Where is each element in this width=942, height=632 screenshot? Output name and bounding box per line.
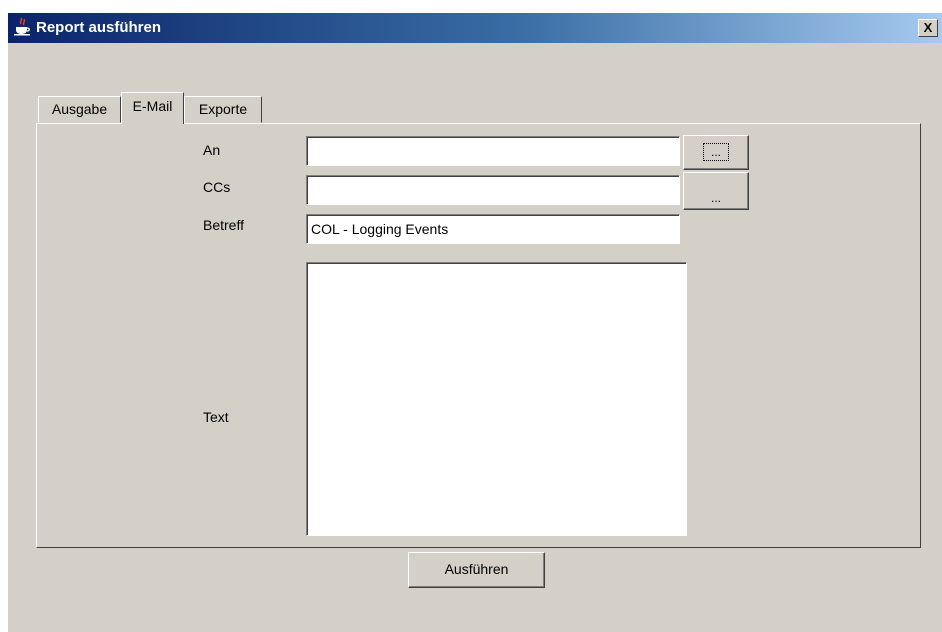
cc-label: CCs: [203, 179, 231, 195]
tab-ausgabe[interactable]: Ausgabe: [38, 96, 121, 123]
cc-field[interactable]: [306, 175, 680, 205]
close-button[interactable]: X: [918, 19, 938, 37]
run-button[interactable]: Ausführen: [408, 552, 545, 588]
subject-field[interactable]: COL - Logging Events: [306, 214, 680, 244]
body-textarea[interactable]: [306, 262, 687, 536]
window-title: Report ausführen: [36, 19, 162, 36]
text-label: Text: [203, 409, 229, 425]
cc-browse-button[interactable]: ...: [683, 172, 749, 210]
to-label: An: [203, 142, 221, 158]
java-cup-icon: [14, 17, 30, 36]
tab-email[interactable]: E-Mail: [121, 92, 184, 124]
close-icon[interactable]: X: [924, 20, 933, 35]
tab-exporte[interactable]: Exporte: [184, 96, 262, 123]
to-browse-label: ...: [702, 143, 730, 161]
to-browse-button[interactable]: ...: [683, 135, 749, 170]
to-field[interactable]: [306, 136, 680, 166]
subject-label: Betreff: [203, 217, 244, 233]
